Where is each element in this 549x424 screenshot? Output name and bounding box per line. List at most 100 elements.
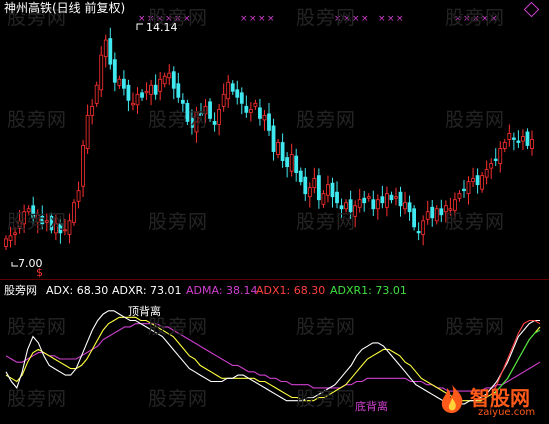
indicator-name: 股旁网 xyxy=(4,284,37,297)
candle-body xyxy=(81,145,85,187)
bottom-divergence-label: 底背离 xyxy=(355,400,388,413)
candle-body xyxy=(416,230,421,234)
candle-body xyxy=(271,125,276,152)
watermark: 股旁网 xyxy=(7,388,68,410)
candle-body xyxy=(502,142,507,149)
candle-body xyxy=(126,84,131,101)
candle-body xyxy=(335,191,339,204)
candle-body xyxy=(521,136,525,142)
candle-body xyxy=(230,83,235,92)
candle-body xyxy=(76,190,81,202)
candle-body xyxy=(248,108,253,113)
candle-body xyxy=(366,196,371,199)
candle-body xyxy=(262,114,267,121)
candle-body xyxy=(221,93,226,107)
candle-body xyxy=(462,188,466,192)
candle-body xyxy=(475,175,480,186)
candle-body xyxy=(244,105,249,113)
signal-marker: × xyxy=(240,14,248,24)
candle-body xyxy=(253,102,258,107)
candle-body xyxy=(239,92,244,104)
watermark: 股旁网 xyxy=(296,7,357,29)
high-price-label: 14.14 xyxy=(146,21,178,34)
candle-body xyxy=(294,155,299,174)
watermark: 股旁网 xyxy=(296,316,357,338)
candle-body xyxy=(384,193,389,208)
candle-body xyxy=(117,78,122,86)
candle-body xyxy=(94,84,99,104)
candle-body xyxy=(149,84,154,95)
candle-body xyxy=(403,202,407,210)
candle-body xyxy=(326,184,330,196)
candle-body xyxy=(421,220,426,235)
candle-body xyxy=(511,137,516,140)
adxr-value: ADXR: 73.01 xyxy=(112,284,182,297)
candle-body xyxy=(493,158,498,161)
candle-body xyxy=(162,75,167,85)
candle-body xyxy=(180,99,185,104)
watermark: 股旁网 xyxy=(296,211,357,233)
candle-body xyxy=(121,78,126,89)
candle-body xyxy=(217,108,222,125)
signal-marker: × xyxy=(378,14,386,24)
candle-body xyxy=(167,72,172,79)
candle-body xyxy=(235,89,240,98)
watermark: 股旁网 xyxy=(148,211,209,233)
watermark: 股旁网 xyxy=(445,316,506,338)
candle-body xyxy=(298,170,303,183)
top-divergence-label: 顶背离 xyxy=(128,305,161,318)
candle-body xyxy=(480,175,485,190)
candle-body xyxy=(258,107,262,119)
candle-body xyxy=(471,178,475,183)
candle-body xyxy=(176,83,181,98)
candle-body xyxy=(153,84,158,95)
candle-body xyxy=(226,81,231,100)
candle-body xyxy=(289,154,294,172)
candle-body xyxy=(457,193,462,199)
signal-marker: × xyxy=(249,14,257,24)
watermark: 股旁网 xyxy=(445,7,506,29)
candle-body xyxy=(380,196,385,204)
low-price-label: 7.00 xyxy=(18,257,43,270)
watermark: 股旁网 xyxy=(7,211,68,233)
candle-body xyxy=(90,105,95,116)
signal-marker: × xyxy=(387,14,395,24)
candle-body xyxy=(276,142,280,155)
candle-body xyxy=(430,206,435,219)
candle-body xyxy=(489,163,494,169)
candle-body xyxy=(357,199,362,208)
candle-body xyxy=(171,71,176,89)
adxr1-value: ADXR1: 73.01 xyxy=(330,284,407,297)
candle-body xyxy=(72,202,76,223)
candle-body xyxy=(439,208,444,216)
candle-body xyxy=(516,140,521,143)
signal-marker: × xyxy=(396,14,404,24)
high-label-leader xyxy=(136,23,143,30)
watermark: 股旁网 xyxy=(7,109,68,131)
candle-body xyxy=(103,39,108,58)
candle-body xyxy=(108,38,113,65)
signal-marker: × xyxy=(138,14,146,24)
candle-body xyxy=(140,92,144,98)
chart-title: 神州高铁(日线 前复权) xyxy=(4,1,126,15)
candle-body xyxy=(85,114,90,149)
candle-body xyxy=(362,197,367,204)
watermark: 股旁网 xyxy=(7,316,68,338)
candle-body xyxy=(135,93,140,106)
site-logo: 智股网 zaiyue.com xyxy=(438,382,548,422)
candle-body xyxy=(507,133,512,140)
candle-body xyxy=(412,208,417,228)
candle-body xyxy=(375,199,380,210)
candle-body xyxy=(144,90,149,94)
candle-body xyxy=(425,211,430,220)
candle-body xyxy=(330,182,335,198)
candle-body xyxy=(312,178,317,189)
candle-body xyxy=(484,169,489,178)
candle-body xyxy=(208,101,212,119)
candle-body xyxy=(530,139,534,149)
candle-body xyxy=(4,238,8,247)
candle-body xyxy=(67,220,72,235)
candle-body xyxy=(371,199,376,210)
watermark: 股旁网 xyxy=(296,109,357,131)
candle-body xyxy=(267,113,271,131)
